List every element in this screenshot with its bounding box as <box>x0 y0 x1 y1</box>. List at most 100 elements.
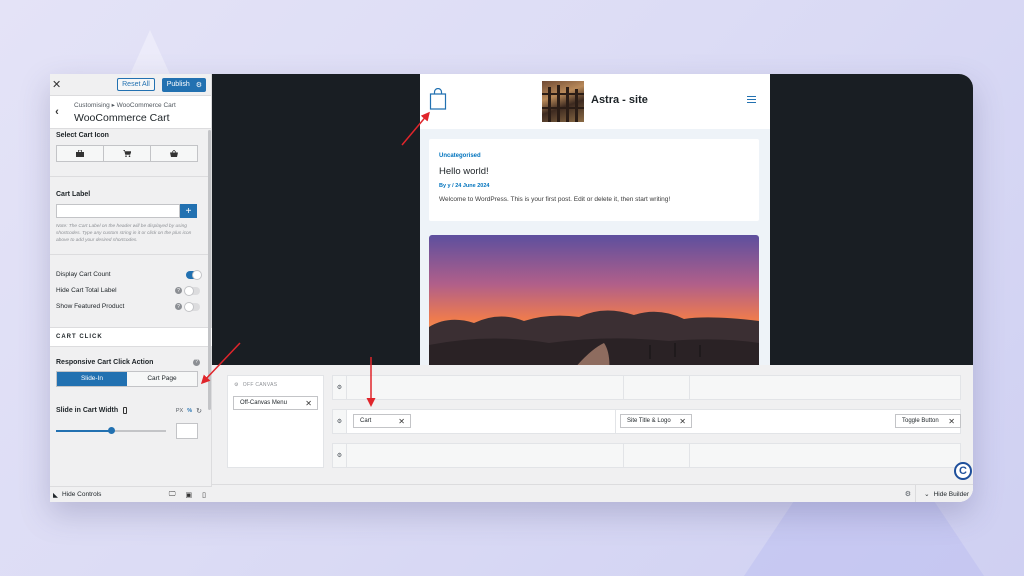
slide-width-control <box>56 422 212 439</box>
post-excerpt: Welcome to WordPress. This is your first… <box>439 196 671 203</box>
basket-icon[interactable] <box>151 146 197 161</box>
publish-button[interactable]: Publish ⚙ <box>161 77 206 92</box>
select-cart-icon-label: Select Cart Icon <box>56 132 109 139</box>
sidebar-top-bar: ✕ Reset All Publish ⚙ <box>50 74 211 96</box>
site-header: Astra - site <box>420 74 770 129</box>
remove-icon[interactable]: ✕ <box>948 417 955 426</box>
slide-width-slider[interactable] <box>56 426 166 434</box>
remove-icon[interactable]: ✕ <box>305 399 312 408</box>
slide-width-input[interactable] <box>176 422 198 439</box>
post-meta[interactable]: By y / 24 June 2024 <box>439 183 749 189</box>
cart-click-heading: CART CLICK <box>50 326 212 347</box>
row-settings-gear-icon[interactable]: ⚙ <box>333 376 347 399</box>
site-title-logo-chip[interactable]: Site Title & Logo ✕ <box>620 414 692 428</box>
mobile-device-icon[interactable] <box>123 407 128 415</box>
off-canvas-menu-chip[interactable]: Off-Canvas Menu ✕ <box>233 396 318 410</box>
chip-label: Site Title & Logo <box>627 418 671 424</box>
help-icon[interactable]: ? <box>175 303 182 311</box>
device-switcher: 🖵 ▣ ▯ <box>169 491 206 499</box>
site-logo[interactable] <box>542 81 584 122</box>
post-card: Uncategorised Hello world! By y / 24 Jun… <box>429 139 759 221</box>
unit-px[interactable]: PX <box>176 408 183 414</box>
toggle-row-display-cart-count: Display Cart Count <box>50 267 212 283</box>
toggle-label: Hide Cart Total Label <box>56 287 117 295</box>
off-canvas-header: ⚙ OFF CANVAS <box>228 376 323 388</box>
help-icon[interactable]: ? <box>175 287 182 295</box>
reset-icon[interactable]: ↻ <box>196 407 202 415</box>
toggle-row-hide-cart-total: Hide Cart Total Label ? <box>50 283 212 299</box>
builder-row-above: ⚙ <box>332 375 961 400</box>
close-icon[interactable]: ✕ <box>52 78 64 91</box>
hide-cart-total-toggle[interactable] <box>184 285 200 296</box>
hide-controls-label: Hide Controls <box>62 491 102 498</box>
copyright-badge-icon: C <box>954 462 972 480</box>
hide-builder-button[interactable]: ⌄ Hide Builder <box>915 485 973 502</box>
page-title: WooCommerce Cart <box>74 111 170 124</box>
shopping-bag-icon[interactable] <box>429 88 447 110</box>
back-arrow-icon[interactable]: ‹ <box>50 106 64 118</box>
cart-label-field-row: + <box>56 204 212 218</box>
slide-in-option[interactable]: Slide-In <box>57 371 127 386</box>
bag-icon[interactable] <box>57 146 104 161</box>
cart-page-option[interactable]: Cart Page <box>127 371 197 386</box>
menu-toggle-icon[interactable] <box>747 96 756 105</box>
customizer-sidebar: ✕ Reset All Publish ⚙ ‹ Customising ▸ Wo… <box>50 74 212 502</box>
builder-row-primary: ⚙ Cart ✕ Site Title & Logo ✕ Toggle Butt… <box>332 409 961 434</box>
toggle-row-featured-product: Show Featured Product ? <box>50 299 212 315</box>
responsive-action-label: Responsive Cart Click Action <box>56 358 154 366</box>
slide-width-label: Slide in Cart Width <box>56 407 119 415</box>
chip-label: Cart <box>360 418 372 424</box>
off-canvas-area: ⚙ OFF CANVAS Off-Canvas Menu ✕ <box>227 375 324 468</box>
toggle-label: Display Cart Count <box>56 271 111 279</box>
customizer-window: ✕ Reset All Publish ⚙ ‹ Customising ▸ Wo… <box>50 74 973 502</box>
remove-icon[interactable]: ✕ <box>679 417 686 426</box>
cart-icon[interactable] <box>104 146 151 161</box>
mobile-icon[interactable]: ▯ <box>202 491 206 499</box>
reset-all-button[interactable]: Reset All <box>117 78 155 91</box>
add-shortcode-button[interactable]: + <box>180 204 197 218</box>
tablet-icon[interactable]: ▣ <box>186 491 193 499</box>
section-header: ‹ Customising ▸ WooCommerce Cart WooComm… <box>50 96 211 129</box>
unit-percent[interactable]: % <box>187 408 192 414</box>
slider-handle[interactable] <box>108 426 115 434</box>
help-icon[interactable]: ? <box>193 358 200 366</box>
toggle-button-chip[interactable]: Toggle Button ✕ <box>895 414 961 428</box>
sidebar-footer: ◣ Hide Controls 🖵 ▣ ▯ <box>50 486 212 502</box>
chip-label: Off-Canvas Menu <box>240 400 287 406</box>
publish-label: Publish <box>166 81 190 88</box>
row-settings-gear-icon[interactable]: ⚙ <box>333 410 347 433</box>
remove-icon[interactable]: ✕ <box>398 417 405 426</box>
builder-footer: ⚙ ⌄ Hide Builder <box>212 484 973 502</box>
cart-icon-selector <box>56 145 198 162</box>
cart-label-heading: Cart Label <box>56 191 91 198</box>
hide-controls-button[interactable]: ◣ Hide Controls <box>53 491 101 499</box>
responsive-action-row: Responsive Cart Click Action ? <box>50 358 212 366</box>
breadcrumb: Customising ▸ WooCommerce Cart <box>74 101 176 109</box>
site-preview: Astra - site Uncategorised Hello world! … <box>212 74 973 365</box>
builder-row-below: ⚙ <box>332 443 961 468</box>
header-builder: ⚙ OFF CANVAS Off-Canvas Menu ✕ ⚙ ⚙ Cart … <box>212 365 973 502</box>
row-settings-gear-icon[interactable]: ⚙ <box>333 444 347 467</box>
site-title[interactable]: Astra - site <box>591 94 648 106</box>
off-canvas-label: OFF CANVAS <box>242 382 278 388</box>
cart-label-note: Note: The Cart Label on the header will … <box>56 224 192 243</box>
cart-click-action-selector: Slide-In Cart Page <box>56 370 198 387</box>
display-cart-count-toggle[interactable] <box>186 269 202 280</box>
cart-chip[interactable]: Cart ✕ <box>353 414 411 428</box>
gear-icon[interactable]: ⚙ <box>234 382 239 388</box>
chip-label: Toggle Button <box>902 418 939 424</box>
sidebar-scrollbar[interactable] <box>208 130 211 410</box>
featured-image[interactable] <box>429 235 759 365</box>
collapse-icon: ◣ <box>53 491 58 499</box>
toggle-label: Show Featured Product <box>56 303 125 311</box>
sidebar-body: Select Cart Icon Cart Label + Note: The … <box>50 130 212 439</box>
show-featured-product-toggle[interactable] <box>184 301 200 312</box>
hide-builder-label: Hide Builder <box>933 490 969 498</box>
builder-settings-gear-icon[interactable]: ⚙ <box>905 485 911 502</box>
unit-selector: PX % ↻ <box>176 407 202 415</box>
cart-label-input[interactable] <box>56 204 180 218</box>
gear-icon[interactable]: ⚙ <box>196 81 202 89</box>
post-category[interactable]: Uncategorised <box>439 153 749 159</box>
post-title[interactable]: Hello world! <box>439 166 749 177</box>
desktop-icon[interactable]: 🖵 <box>169 491 176 499</box>
